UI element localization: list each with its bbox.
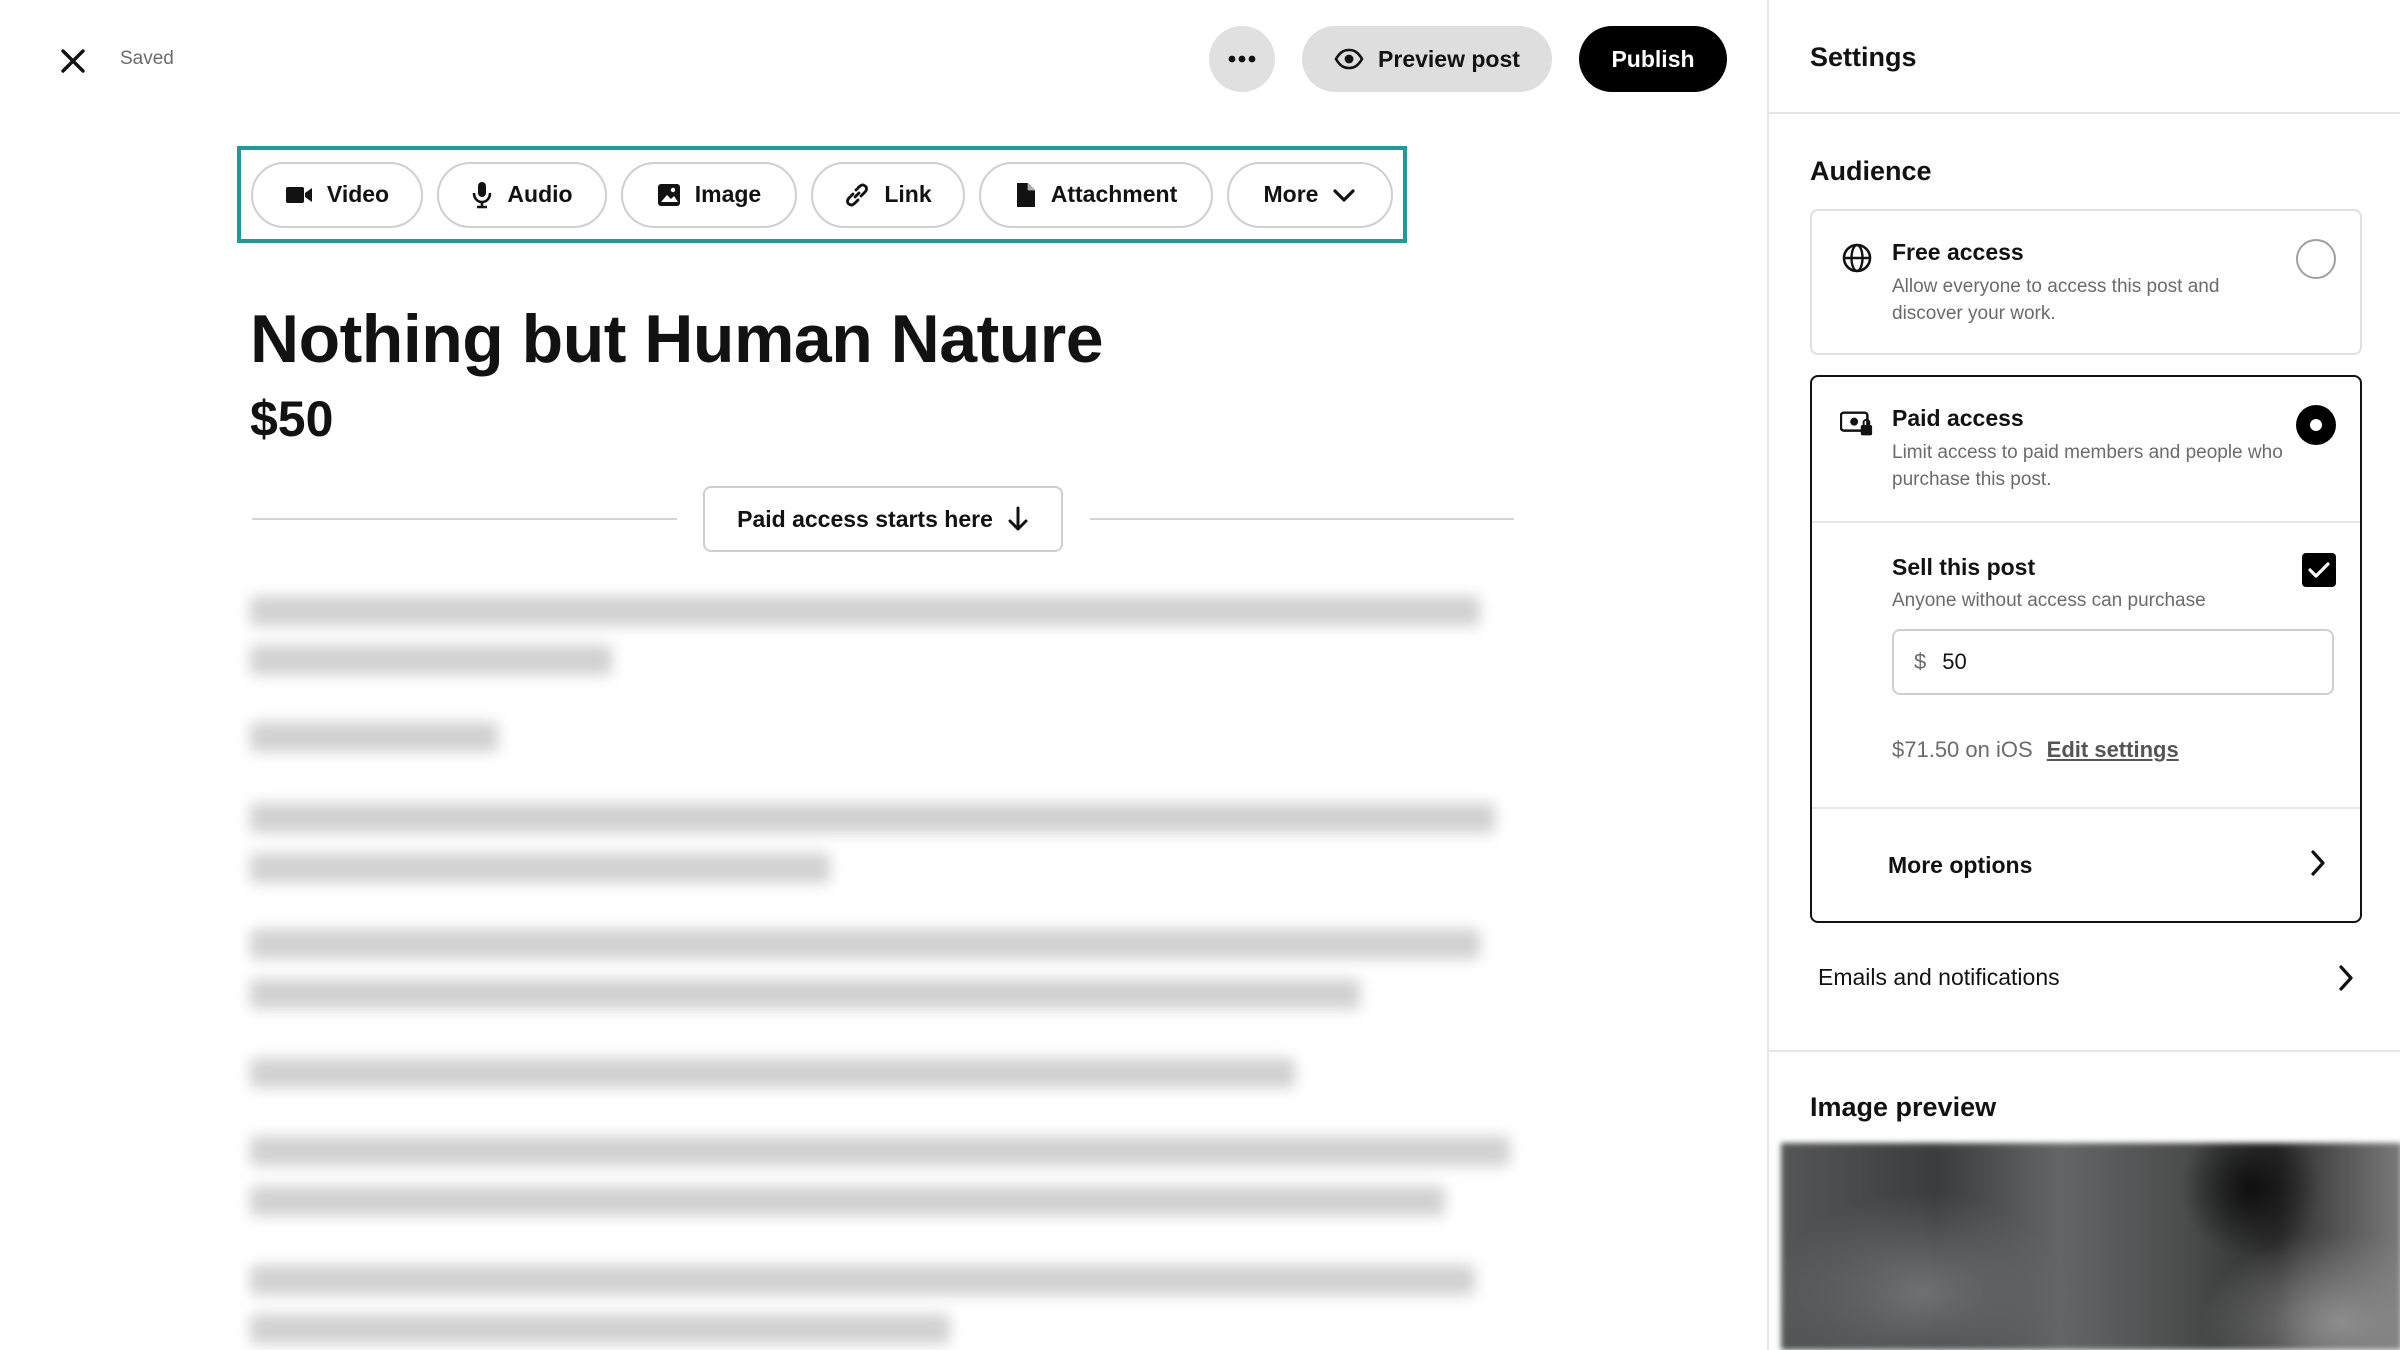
blurred-text-line: [250, 853, 830, 883]
settings-title: Settings: [1810, 42, 1917, 72]
blurred-text-line: [250, 1265, 1475, 1295]
preview-post-label: Preview post: [1378, 45, 1520, 72]
blurred-text-line: [250, 979, 1360, 1009]
blurred-text-line: [250, 1314, 950, 1344]
paid-money-icon: [1840, 407, 1874, 441]
add-link-button[interactable]: Link: [811, 161, 965, 228]
currency-symbol: $: [1914, 649, 1927, 674]
globe-icon: [1840, 241, 1874, 275]
sell-post-description: Anyone without access can purchase: [1892, 590, 2206, 611]
emails-notifications-row[interactable]: Emails and notifications: [1810, 950, 2362, 1004]
edit-settings-link[interactable]: Edit settings: [2047, 737, 2179, 763]
paid-access-divider-label: Paid access starts here: [737, 505, 993, 532]
file-icon: [1016, 182, 1035, 207]
ios-price: $71.50 on iOS: [1892, 737, 2033, 762]
image-preview: [1781, 1143, 2400, 1350]
add-image-button[interactable]: Image: [621, 161, 797, 228]
blurred-text-line: [250, 1136, 1510, 1166]
price-input[interactable]: $ 50: [1892, 629, 2334, 695]
blurred-text-line: [250, 803, 1495, 833]
add-audio-button[interactable]: Audio: [437, 161, 607, 228]
chevron-right-icon: [2311, 850, 2325, 876]
video-label: Video: [326, 181, 390, 207]
free-access-title: Free access: [1892, 239, 2024, 265]
add-attachment-button[interactable]: Attachment: [979, 161, 1213, 228]
eye-icon: [1334, 48, 1364, 70]
paid-access-title: Paid access: [1892, 405, 2024, 431]
microphone-icon: [473, 181, 492, 208]
image-preview-title: Image preview: [1810, 1092, 1997, 1122]
video-icon: [285, 186, 312, 203]
attachment-label: Attachment: [1050, 181, 1178, 207]
audience-title: Audience: [1810, 156, 1932, 186]
more-media-button[interactable]: More: [1227, 161, 1393, 228]
add-video-button[interactable]: Video: [251, 161, 423, 228]
blurred-text-line: [250, 1186, 1445, 1216]
more-options-row[interactable]: More options: [1812, 809, 2360, 921]
image-label: Image: [694, 181, 762, 207]
paid-access-divider-button[interactable]: Paid access starts here: [703, 486, 1063, 552]
paid-access-inner-divider: [1812, 521, 2360, 523]
close-icon: [61, 49, 85, 73]
chevron-down-icon: [1333, 188, 1356, 202]
blurred-text-line: [250, 1058, 1295, 1088]
ios-price-line: $71.50 on iOS Edit settings: [1892, 737, 2179, 763]
free-access-description: Allow everyone to access this post and d…: [1892, 276, 2220, 324]
price-value: 50: [1942, 649, 1967, 674]
close-button[interactable]: [52, 40, 94, 82]
blurred-text-line: [250, 929, 1480, 959]
media-toolbar: Video Audio Image Link Attachment More: [237, 146, 1407, 243]
emails-notifications-label: Emails and notifications: [1818, 963, 2060, 990]
paid-access-radio[interactable]: [2296, 405, 2336, 445]
blurred-text-line: [250, 645, 612, 675]
image-icon: [657, 183, 680, 206]
emails-divider: [1769, 1050, 2400, 1052]
sell-post-title: Sell this post: [1892, 554, 2036, 580]
arrow-down-icon: [1008, 506, 1028, 531]
sell-post-checkbox[interactable]: [2302, 553, 2336, 587]
chevron-right-icon: [2339, 965, 2353, 991]
audio-label: Audio: [507, 181, 573, 207]
blurred-text-line: [250, 722, 498, 752]
link-label: Link: [884, 181, 932, 207]
post-title[interactable]: Nothing but Human Nature: [250, 300, 1104, 378]
editor-main: Saved Preview post Publish Video Audio I…: [0, 0, 1767, 1350]
post-price: $50: [250, 391, 334, 447]
more-options-label: More options: [1888, 851, 2033, 878]
paid-access-option[interactable]: Paid access Limit access to paid members…: [1810, 375, 2362, 923]
paid-access-description: Limit access to paid members and people …: [1892, 442, 2283, 490]
free-access-radio[interactable]: [2296, 239, 2336, 279]
settings-sidebar: Settings Audience Free access Allow ever…: [1767, 0, 2400, 1350]
more-actions-button[interactable]: [1209, 26, 1275, 92]
settings-header-divider: [1769, 112, 2400, 114]
divider-left: [252, 518, 677, 520]
checkmark-icon: [2308, 562, 2330, 578]
preview-post-button[interactable]: Preview post: [1302, 26, 1552, 92]
ellipsis-icon: [1228, 55, 1256, 63]
blurred-text-line: [250, 596, 1480, 626]
more-label: More: [1263, 181, 1319, 207]
publish-button[interactable]: Publish: [1579, 26, 1727, 92]
save-status: Saved: [120, 48, 174, 69]
free-access-option[interactable]: Free access Allow everyone to access thi…: [1810, 209, 2362, 355]
divider-right: [1090, 518, 1514, 520]
link-icon: [846, 183, 869, 206]
